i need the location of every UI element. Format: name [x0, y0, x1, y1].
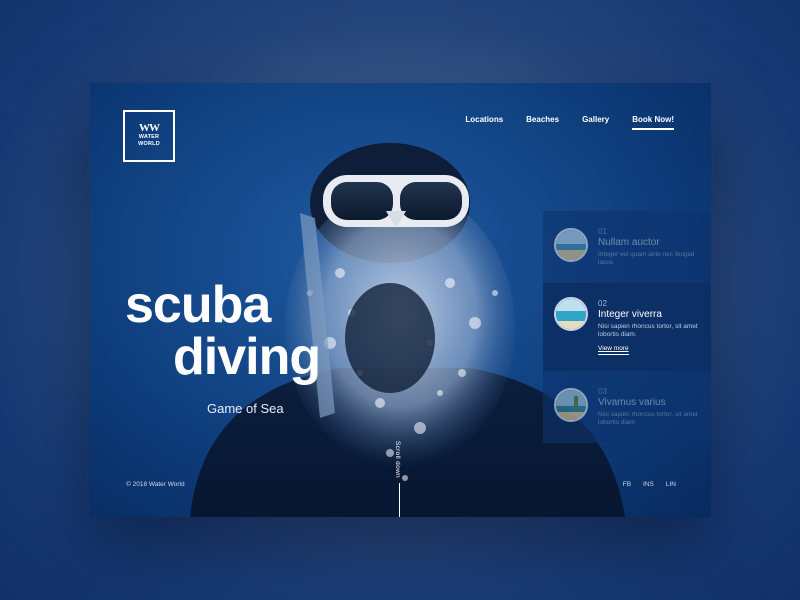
slide-description: Nisi sapien rhoncus tortor, sit amet lob… — [598, 411, 698, 426]
slides-panel: 01 Nullam auctor Integer vel quam ante n… — [543, 211, 711, 443]
hero-headline: scuba diving — [125, 276, 321, 386]
slide-item-01[interactable]: 01 Nullam auctor Integer vel quam ante n… — [543, 211, 711, 283]
slide-item-03[interactable]: 03 Vivamus varius Nisi sapien rhoncus to… — [543, 371, 711, 443]
slide-description: Integer vel quam ante nec feugiat lacus — [598, 251, 695, 266]
slide-description: Nisi sapien rhoncus tortor, sit amet lob… — [598, 323, 698, 338]
slide-title: Vivamus varius — [598, 397, 666, 408]
social-link-lin[interactable]: LIN — [666, 481, 676, 488]
nav-link-gallery[interactable]: Gallery — [582, 115, 609, 130]
brand-name-line2: WORLD — [138, 141, 160, 147]
hero-headline-line1: scuba — [125, 276, 271, 334]
slide-number: 02 — [598, 299, 607, 308]
slide-item-02[interactable]: 02 Integer viverra Nisi sapien rhoncus t… — [543, 283, 711, 371]
copyright-text: © 2018 Water World — [126, 481, 185, 488]
scroll-indicator-line — [399, 483, 400, 517]
landing-page: WW WATER WORLD Locations Beaches Gallery… — [90, 83, 711, 517]
social-links: FB INS LIN — [611, 481, 676, 488]
nav-link-locations[interactable]: Locations — [465, 115, 503, 130]
social-link-ins[interactable]: INS — [643, 481, 654, 488]
brand-mark: WW — [139, 122, 160, 134]
slide-number: 03 — [598, 387, 607, 396]
hero-subtitle: Game of Sea — [207, 401, 284, 416]
slide-title: Nullam auctor — [598, 237, 660, 248]
slide-thumbnail — [554, 388, 588, 422]
slide-thumbnail — [554, 228, 588, 262]
slide-title: Integer viverra — [598, 309, 662, 320]
nav-link-beaches[interactable]: Beaches — [526, 115, 559, 130]
slide-thumbnail — [554, 297, 588, 331]
scroll-down-hint[interactable]: Scroll down — [394, 441, 401, 478]
hero-headline-line2: diving — [173, 328, 321, 386]
slide-number: 01 — [598, 227, 607, 236]
view-more-link[interactable]: View more — [598, 345, 629, 355]
brand-name-line1: WATER — [138, 134, 160, 140]
brand-logo[interactable]: WW WATER WORLD — [123, 110, 175, 162]
book-now-button[interactable]: Book Now! — [632, 115, 674, 130]
main-nav: Locations Beaches Gallery Book Now! — [442, 115, 674, 130]
social-link-fb[interactable]: FB — [623, 481, 631, 488]
